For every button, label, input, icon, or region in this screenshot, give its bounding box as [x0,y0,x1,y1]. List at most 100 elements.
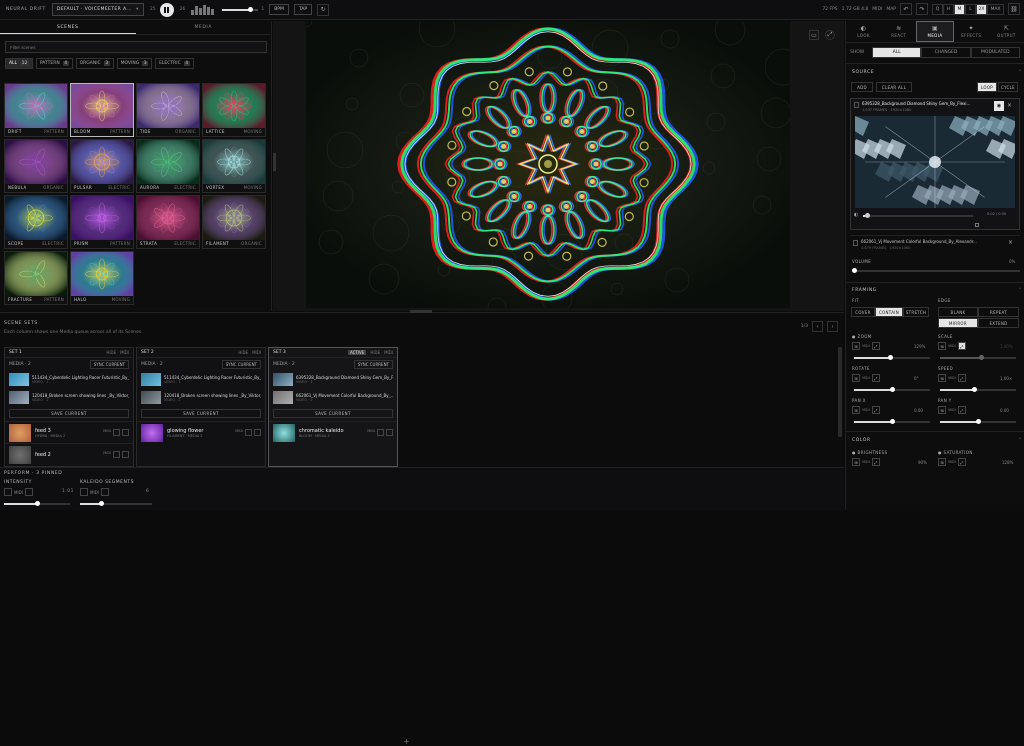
fit-cover-button[interactable]: COVER [851,307,875,317]
automation-icon[interactable]: ⤢ [957,374,966,382]
midi-set-button[interactable]: MIDI [120,350,129,355]
scrollbar[interactable] [838,347,842,437]
automation-icon[interactable]: ⤢ [957,458,966,466]
modulate-icon[interactable]: ⊞ [938,374,946,382]
media-volume-slider[interactable] [851,268,1020,273]
modulate-icon[interactable]: ⊞ [938,458,946,466]
save-current-button[interactable]: SAVE CURRENT [9,409,129,418]
category-filter-pattern[interactable]: PATTERN 4 [35,58,73,69]
midi-set-button[interactable]: MIDI [252,350,261,355]
media-item[interactable]: 120418_Broken screen showing lines _By_V… [5,388,133,406]
hide-set-button[interactable]: HIDE [106,350,116,355]
modulate-icon[interactable]: ⊞ [852,458,860,466]
delete-icon[interactable] [386,429,393,436]
slider-knob[interactable] [34,501,40,506]
media-scrubber[interactable] [863,213,973,218]
scene-tile-strata[interactable]: STRATA ELECTRIC [136,195,200,249]
automation-icon[interactable]: ⤢ [871,374,880,382]
quality-option-4[interactable]: 2X [976,3,987,15]
refresh-icon[interactable]: ↻ [317,3,330,16]
media-card-active[interactable]: 6395328_Background Diamond Shiny Gem_By_… [850,98,1020,230]
slider-knob[interactable] [851,268,857,273]
tab-look[interactable]: ◐ LOOK [846,21,881,42]
midi-control[interactable]: MIDI [90,490,99,495]
undo-icon[interactable]: ↶ [900,3,912,15]
slider-knob[interactable] [887,355,893,360]
close-icon[interactable]: × [1007,102,1012,109]
scene-tile-vortex[interactable]: VORTEX MOVING [202,139,266,193]
grip-icon[interactable] [853,240,858,246]
edge-extend-button[interactable]: EXTEND [978,318,1019,328]
loop-point-marker[interactable] [975,223,979,227]
sync-current-button[interactable]: SYNC CURRENT [89,359,129,369]
intensity-slider[interactable] [4,501,70,506]
show-all-button[interactable]: ALL [872,46,922,58]
media-item[interactable]: 120418_Broken screen showing lines _By_V… [137,388,265,406]
scene-tile-scope[interactable]: SCOPE ELECTRIC [4,195,68,249]
add-media-button[interactable]: ADD [851,82,873,92]
zoom-slider[interactable] [854,355,930,360]
automation-icon[interactable] [100,488,109,496]
automation-icon[interactable]: ⤢ [871,342,880,350]
modulate-icon[interactable]: ⊞ [852,342,860,350]
category-filter-organic[interactable]: ORGANIC 3 [75,58,114,69]
pause-button[interactable] [159,2,174,17]
scene-tile-drift[interactable]: DRIFT PATTERN [4,83,68,137]
hide-set-button[interactable]: HIDE [238,350,248,355]
tab-effects[interactable]: ✦ EFFECTS [954,21,989,42]
midi-control[interactable]: MIDI [862,376,870,380]
midi-control[interactable]: MIDI [948,460,956,464]
slider-knob[interactable] [889,387,895,392]
midi-set-button[interactable]: MIDI [384,350,393,355]
set-scene-row[interactable]: glowing flower FILAMENT · MEDIA 2 MIDI [137,421,265,443]
scene-tile-pulsar[interactable]: PULSAR ELECTRIC [70,139,134,193]
set-scene-row[interactable]: feed 3 HYDRA · MEDIA 2 MIDI [5,421,133,443]
kaleido-segments-slider[interactable] [80,501,152,506]
category-filter-moving[interactable]: MOVING 3 [116,58,153,69]
fullscreen-icon[interactable]: ⤢ [825,30,835,40]
prev-scene-label[interactable]: 25 [150,7,156,12]
sync-current-button[interactable]: SYNC CURRENT [221,359,261,369]
panel-resize-handle[interactable] [410,310,432,313]
midi-control[interactable]: MIDI [948,408,956,412]
tab-media[interactable]: MEDIA [136,21,272,34]
visual-output-canvas[interactable] [306,21,790,308]
scene-tile-nebula[interactable]: NEBULA ORGANIC [4,139,68,193]
cycle-button[interactable]: CYCLE [998,82,1018,92]
settings-icon[interactable]: ◉ [994,101,1004,111]
slider-knob[interactable] [975,419,981,424]
media-item[interactable]: 6395328_Background Diamond Shiny Gem_By_… [269,370,397,388]
midi-control[interactable]: MIDI [948,376,956,380]
save-current-button[interactable]: SAVE CURRENT [141,409,261,418]
scene-tile-prism[interactable]: PRISM PATTERN [70,195,134,249]
source-section-title[interactable]: SOURCE ⌃ [852,70,1022,75]
automation-icon[interactable]: ⤢ [957,406,966,414]
slider-knob[interactable] [979,355,985,360]
duplicate-icon[interactable] [377,429,384,436]
modulate-icon[interactable]: ⊞ [938,406,946,414]
grip-icon[interactable] [854,102,859,108]
midi-control[interactable]: MIDI [862,460,870,464]
duplicate-icon[interactable] [113,429,120,436]
automation-icon[interactable] [24,488,33,496]
slider-knob[interactable] [889,419,895,424]
quality-option-2[interactable]: M [954,3,965,15]
slider-knob[interactable] [971,387,977,392]
delete-icon[interactable] [122,429,129,436]
fit-stretch-button[interactable]: STRETCH [903,307,929,317]
preset-selector[interactable]: DEFAULT · VOICEMEETER A... ▾ [51,3,144,16]
pany-slider[interactable] [940,419,1016,424]
resize-handle[interactable] [273,153,276,171]
next-page-button[interactable]: › [827,321,838,332]
show-changed-button[interactable]: CHANGED [921,46,971,58]
edge-mirror-button[interactable]: MIRROR [938,318,978,328]
add-set-button[interactable]: + [403,737,410,746]
midi-control[interactable]: MIDI [14,490,23,495]
media-item[interactable]: 511434_Cyberdelic Lighting Racer Futuris… [137,370,265,388]
rotate-slider[interactable] [854,387,930,392]
clear-all-button[interactable]: CLEAR ALL [876,82,912,92]
modulate-icon[interactable]: ⊞ [852,374,860,382]
quality-option-5[interactable]: MAX [987,3,1004,15]
scene-tile-bloom[interactable]: BLOOM PATTERN [70,83,134,137]
framing-section-title[interactable]: FRAMING ⌃ [852,288,1022,293]
